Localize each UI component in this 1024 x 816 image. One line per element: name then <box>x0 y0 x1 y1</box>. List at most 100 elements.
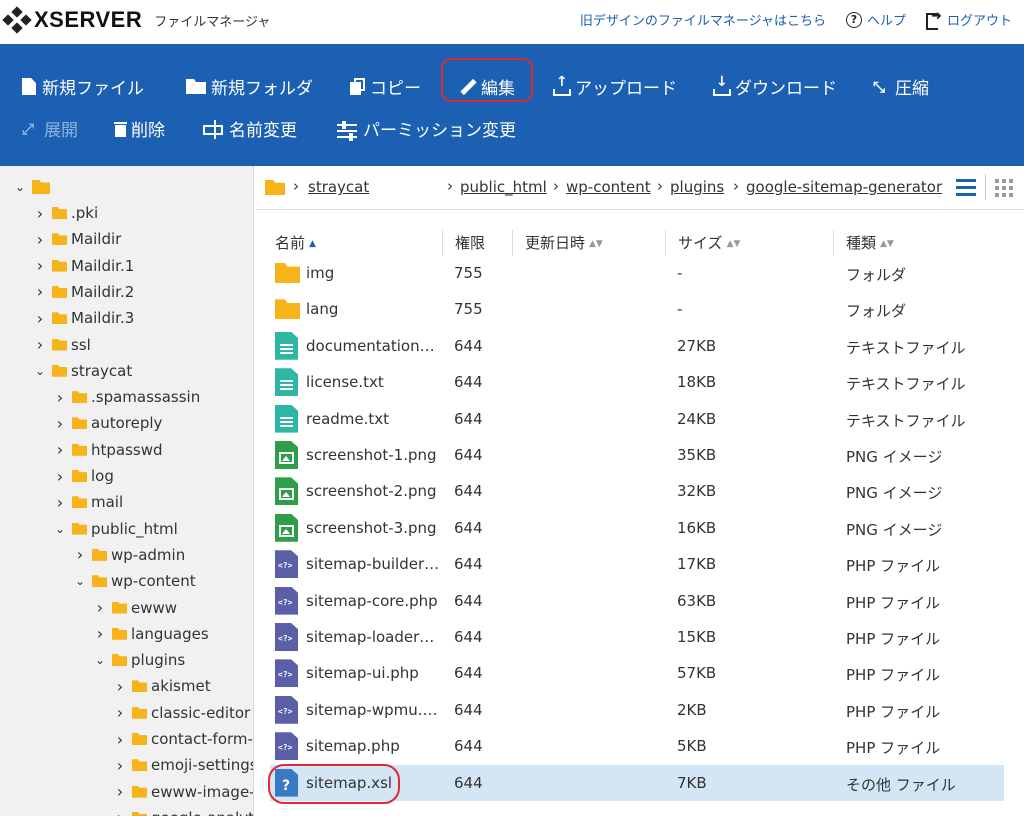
chevron-right-icon[interactable]: › <box>114 782 126 801</box>
file-type: PHP ファイル <box>846 593 941 612</box>
tree-item[interactable]: › ewww-image-optimizer <box>114 779 253 805</box>
chevron-down-icon[interactable]: ⌄ <box>54 522 66 536</box>
tree-item[interactable]: › .pki <box>34 200 98 226</box>
tree-item[interactable]: › emoji-settings <box>114 752 253 778</box>
chevron-right-icon[interactable]: › <box>54 440 66 459</box>
compress-button[interactable]: ⤡ 圧縮 <box>873 74 929 100</box>
grid-view-icon[interactable] <box>995 179 1015 197</box>
tree-item[interactable]: › autoreply <box>54 410 163 436</box>
chevron-right-icon[interactable]: › <box>54 414 66 433</box>
column-size-header[interactable]: サイズ ▲▼ <box>678 232 740 253</box>
column-type-header[interactable]: 種類 ▲▼ <box>846 232 894 253</box>
upload-button[interactable]: ↑ アップロード <box>553 74 677 99</box>
old-design-link[interactable]: 旧デザインのファイルマネージャはこちら <box>580 10 826 29</box>
file-row[interactable]: screenshot-3.png 644 16KB PNG イメージ <box>270 510 1004 546</box>
column-modified-header[interactable]: 更新日時 ▲▼ <box>525 232 603 253</box>
tree-item[interactable]: › mail <box>54 489 123 515</box>
chevron-right-icon[interactable]: › <box>114 808 126 816</box>
tree-item[interactable]: › Maildir.1 <box>34 253 134 279</box>
file-row[interactable]: <?> sitemap-loader… 644 15KB PHP ファイル <box>270 619 1004 655</box>
tree-item[interactable]: ⌄ plugins <box>94 647 185 673</box>
file-row[interactable]: screenshot-2.png 644 32KB PNG イメージ <box>270 473 1004 509</box>
breadcrumb-item[interactable]: straycat <box>308 178 369 196</box>
file-permission: 644 <box>454 664 483 683</box>
tree-item[interactable]: › Maildir.2 <box>34 279 134 305</box>
chevron-down-icon[interactable]: ⌄ <box>34 364 46 378</box>
breadcrumb-item[interactable]: google-sitemap-generator <box>746 178 942 196</box>
chevron-right-icon[interactable]: › <box>34 282 46 301</box>
chevron-right-icon[interactable]: › <box>114 677 126 696</box>
help-link[interactable]: ? ヘルプ <box>845 10 906 29</box>
column-divider <box>442 230 443 256</box>
delete-button[interactable]: 削除 <box>114 116 165 141</box>
tree-item[interactable]: › classic-editor <box>114 700 250 726</box>
new-folder-button[interactable]: 新規フォルダ <box>186 74 313 99</box>
breadcrumb-item[interactable]: public_html <box>460 178 547 196</box>
new-file-button[interactable]: 新規ファイル <box>22 74 144 99</box>
permission-button[interactable]: パーミッション変更 <box>337 116 516 141</box>
column-perm-header[interactable]: 権限 <box>455 232 485 253</box>
tree-item[interactable]: › Maildir <box>34 226 122 252</box>
tree-item-label: straycat <box>71 361 133 380</box>
chevron-right-icon[interactable]: › <box>74 545 86 564</box>
copy-button[interactable]: コピー <box>350 74 421 99</box>
chevron-right-icon[interactable]: › <box>114 703 126 722</box>
sort-icon: ▲▼ <box>726 238 741 249</box>
extract-button[interactable]: ⤢ 展開 <box>22 116 78 142</box>
breadcrumb-item[interactable]: wp-content <box>566 178 651 196</box>
chevron-right-icon[interactable]: › <box>94 598 106 617</box>
chevron-down-icon[interactable]: ⌄ <box>74 574 86 588</box>
tree-item[interactable]: › akismet <box>114 673 211 699</box>
logout-link[interactable]: ログアウト <box>925 9 1012 30</box>
tree-item[interactable]: › languages <box>94 621 209 647</box>
file-row[interactable]: <?> sitemap-core.php 644 63KB PHP ファイル <box>270 583 1004 619</box>
file-row[interactable]: <?> sitemap-builder… 644 17KB PHP ファイル <box>270 546 1004 582</box>
tree-item[interactable]: › Maildir.3 <box>34 305 134 331</box>
file-row[interactable]: license.txt 644 18KB テキストファイル <box>270 364 1004 400</box>
tree-item[interactable]: › contact-form-7 <box>114 726 254 752</box>
file-row[interactable]: <?> sitemap-wpmu.… 644 2KB PHP ファイル <box>270 692 1004 728</box>
chevron-right-icon[interactable]: › <box>34 256 46 275</box>
file-row[interactable]: <?> sitemap-ui.php 644 57KB PHP ファイル <box>270 655 1004 691</box>
file-row[interactable]: screenshot-1.png 644 35KB PNG イメージ <box>270 437 1004 473</box>
file-type: フォルダ <box>846 302 907 321</box>
rename-button[interactable]: 名前変更 <box>203 116 297 141</box>
root-folder-icon[interactable] <box>265 180 285 195</box>
tree-root[interactable]: ⌄ <box>14 174 54 200</box>
extract-label: 展開 <box>44 121 78 141</box>
breadcrumb-item[interactable]: plugins <box>670 178 724 196</box>
chevron-right-icon[interactable]: › <box>54 388 66 407</box>
chevron-right-icon[interactable]: › <box>54 467 66 486</box>
file-row[interactable]: lang 755 - フォルダ <box>270 291 1004 327</box>
tree-item[interactable]: › .spamassassin <box>54 384 200 410</box>
xserver-logo[interactable]: XSERVER ファイルマネージャ <box>2 6 270 34</box>
tree-item[interactable]: › log <box>54 463 114 489</box>
chevron-right-icon[interactable]: › <box>34 335 46 354</box>
file-row[interactable]: documentation… 644 27KB テキストファイル <box>270 328 1004 364</box>
tree-item[interactable]: ⌄ straycat <box>34 358 132 384</box>
chevron-right-icon[interactable]: › <box>34 204 46 223</box>
file-row[interactable]: <?> sitemap.php 644 5KB PHP ファイル <box>270 728 1004 764</box>
top-bar: XSERVER ファイルマネージャ 旧デザインのファイルマネージャはこちら ? … <box>0 0 1024 44</box>
list-view-icon[interactable] <box>956 178 976 196</box>
tree-item[interactable]: › htpasswd <box>54 437 163 463</box>
download-button[interactable]: ↓ ダウンロード <box>713 74 837 99</box>
chevron-right-icon[interactable]: › <box>54 493 66 512</box>
file-row[interactable]: readme.txt 644 24KB テキストファイル <box>270 401 1004 437</box>
tree-item[interactable]: › wp-admin <box>74 542 185 568</box>
tree-item[interactable]: › ssl <box>34 332 91 358</box>
chevron-right-icon[interactable]: › <box>34 309 46 328</box>
tree-item[interactable]: ⌄ public_html <box>54 516 178 542</box>
tree-item[interactable]: ⌄ wp-content <box>74 568 196 594</box>
folder-tree: ⌄ › .pki › Maildir › Maildir.1 › Maildir.2 › Mail… <box>0 166 254 816</box>
chevron-right-icon[interactable]: › <box>114 730 126 749</box>
tree-item[interactable]: › ewww <box>94 595 177 621</box>
chevron-right-icon[interactable]: › <box>114 756 126 775</box>
tree-item[interactable]: › google-analytics <box>114 805 253 816</box>
chevron-right-icon[interactable]: › <box>94 624 106 643</box>
column-name-header[interactable]: 名前 ▲ <box>275 232 316 253</box>
chevron-down-icon[interactable]: ⌄ <box>94 653 106 667</box>
file-row[interactable]: img 755 - フォルダ <box>270 255 1004 291</box>
tree-item-label: contact-form-7 <box>151 730 254 748</box>
chevron-right-icon[interactable]: › <box>34 230 46 249</box>
